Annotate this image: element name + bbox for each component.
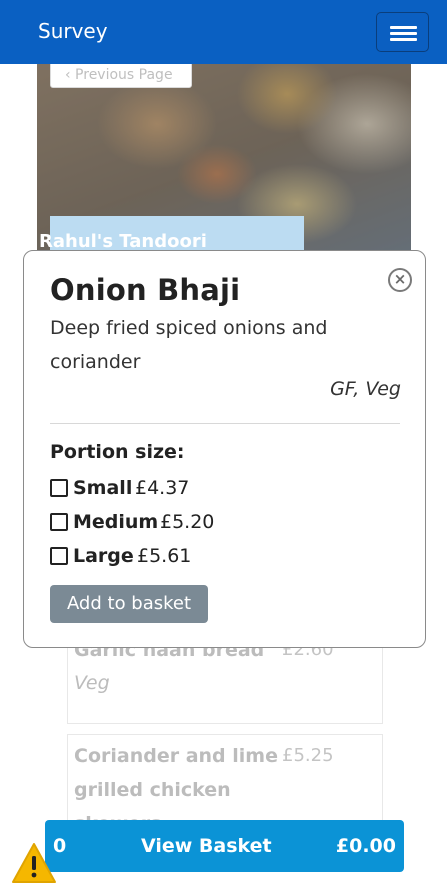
menu-item-tags: Veg [74, 672, 110, 694]
hamburger-icon [390, 26, 417, 29]
add-to-basket-button[interactable]: Add to basket [50, 585, 208, 623]
menu-item-name: Coriander and lime [74, 745, 278, 767]
close-icon[interactable]: × [388, 268, 412, 292]
basket-label: View Basket [141, 835, 272, 857]
portion-size-label: Portion size: [50, 441, 185, 463]
restaurant-name: Rahul's Tandoori [39, 231, 207, 252]
previous-page-button[interactable]: ‹ Previous Page [50, 64, 192, 88]
navbar-brand[interactable]: Survey [38, 19, 108, 43]
checkbox[interactable] [50, 513, 68, 531]
divider [50, 423, 400, 424]
navbar: Survey [0, 0, 447, 64]
menu-toggle-button[interactable] [376, 12, 429, 52]
portion-price: £5.20 [160, 511, 215, 533]
hamburger-icon-bar [390, 32, 417, 35]
portion-price: £5.61 [137, 545, 192, 567]
view-basket-button[interactable]: 0 View Basket £0.00 [45, 820, 404, 872]
menu-item-price: £5.25 [282, 745, 334, 766]
portion-name: Large [73, 545, 134, 567]
checkbox[interactable] [50, 547, 68, 565]
portion-price: £4.37 [135, 477, 190, 499]
hamburger-icon-bar [390, 38, 417, 41]
portion-name: Medium [73, 511, 159, 533]
warning-icon[interactable] [11, 842, 57, 884]
portion-name: Small [73, 477, 133, 499]
modal-item-description: Deep fried spiced onions and coriander [50, 317, 328, 373]
checkbox[interactable] [50, 479, 68, 497]
menu-item-name: grilled chicken [74, 779, 231, 801]
item-options-modal: × Onion Bhaji Deep fried spiced onions a… [23, 250, 426, 648]
basket-total: £0.00 [335, 835, 396, 857]
modal-item-tags: GF, Veg [330, 378, 401, 400]
modal-item-title: Onion Bhaji [50, 273, 241, 307]
